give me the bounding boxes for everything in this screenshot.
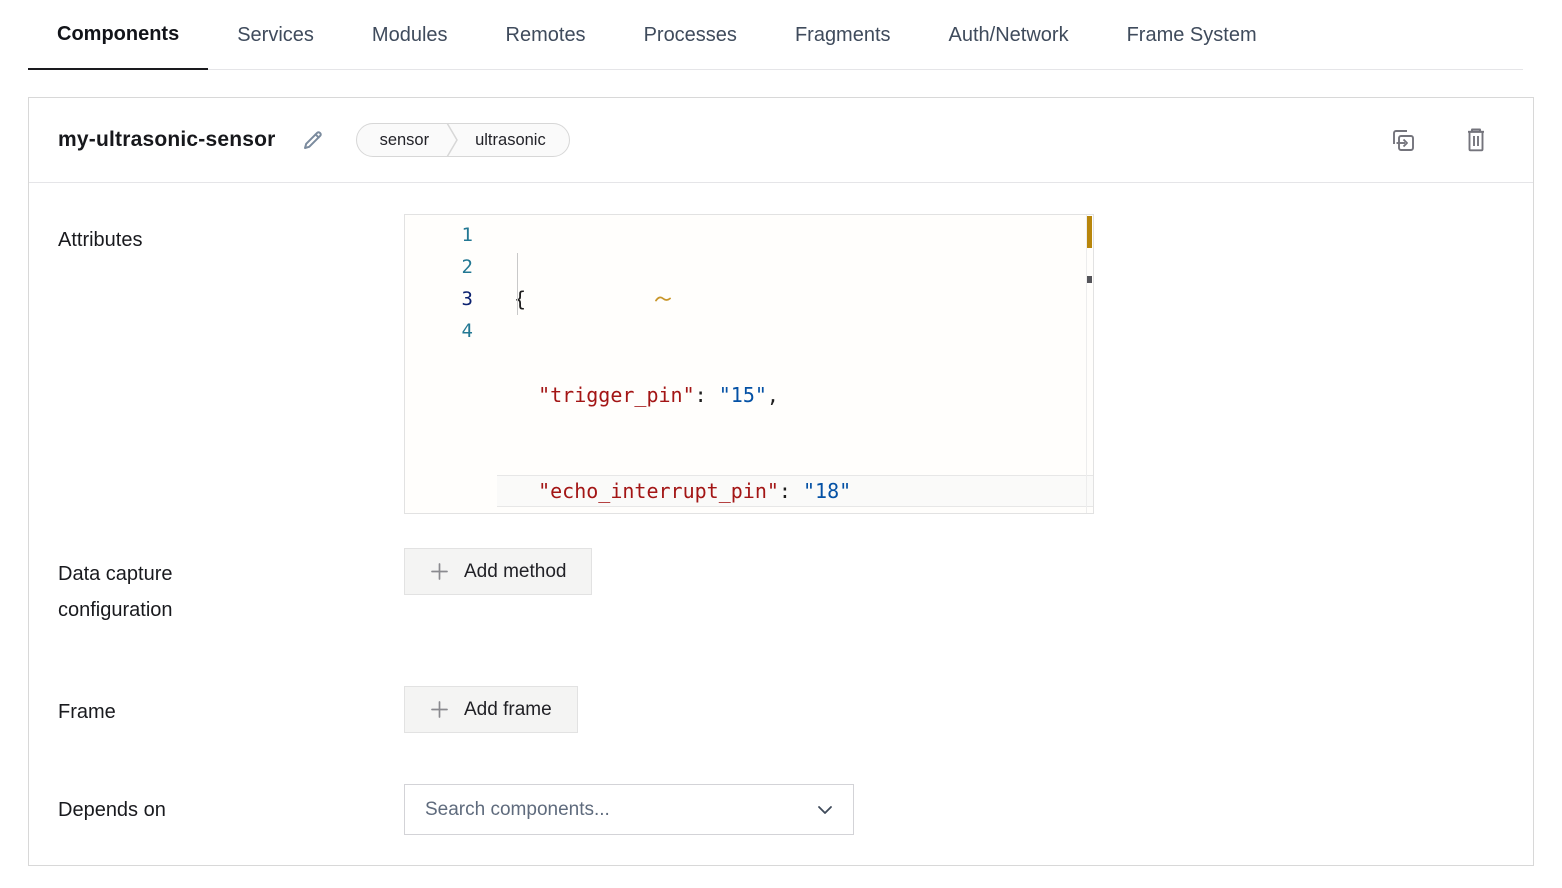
editor-line-numbers: 1 2 3 4	[405, 219, 497, 513]
depends-on-row: Depends on	[58, 784, 1488, 835]
component-type-pill: sensor ultrasonic	[356, 123, 570, 157]
json-key: "echo_interrupt_pin"	[538, 479, 779, 503]
card-actions	[1390, 127, 1488, 154]
tab-frame-system[interactable]: Frame System	[1098, 0, 1286, 70]
data-capture-row: Data capture configuration Add method	[58, 548, 1488, 628]
frame-label: Frame	[58, 686, 404, 730]
edit-name-button[interactable]	[301, 128, 325, 152]
json-value: "15"	[719, 383, 767, 407]
trash-icon	[1464, 127, 1488, 153]
plus-icon	[430, 700, 449, 719]
search-components-input[interactable]	[425, 799, 817, 821]
tab-auth-network[interactable]: Auth/Network	[920, 0, 1098, 70]
json-key: "trigger_pin"	[538, 383, 695, 407]
warning-squiggle	[510, 247, 671, 343]
editor-overview-ruler	[1086, 215, 1093, 513]
line-number: 4	[405, 315, 497, 347]
component-card-body: Attributes 1 2 3 4 { "trigger_pin": "15"…	[29, 183, 1533, 865]
line-number: 1	[405, 219, 497, 251]
editor-code-area[interactable]: { "trigger_pin": "15", "echo_interrupt_p…	[497, 219, 1093, 513]
code-line-3-active: "echo_interrupt_pin": "18"	[497, 475, 1093, 507]
component-card-header: my-ultrasonic-sensor sensor ultrasonic	[29, 98, 1533, 183]
depends-on-label: Depends on	[58, 784, 404, 828]
duplicate-button[interactable]	[1390, 127, 1417, 154]
code-line-2: "trigger_pin": "15",	[497, 379, 1093, 411]
component-type: sensor	[357, 131, 447, 150]
component-model: ultrasonic	[458, 131, 569, 150]
attributes-row: Attributes 1 2 3 4 { "trigger_pin": "15"…	[58, 214, 1488, 514]
chevron-down-icon	[817, 805, 833, 815]
chevron-right-divider	[446, 123, 458, 157]
tab-modules[interactable]: Modules	[343, 0, 477, 70]
line-number-active: 3	[405, 283, 497, 315]
attributes-json-editor[interactable]: 1 2 3 4 { "trigger_pin": "15", "echo_int…	[404, 214, 1094, 514]
line-number: 2	[405, 251, 497, 283]
tab-services[interactable]: Services	[208, 0, 343, 70]
component-card: my-ultrasonic-sensor sensor ultrasonic	[28, 97, 1534, 866]
add-frame-label: Add frame	[464, 699, 552, 721]
tab-processes[interactable]: Processes	[615, 0, 766, 70]
depends-on-select[interactable]	[404, 784, 854, 835]
add-method-button[interactable]: Add method	[404, 548, 592, 595]
delete-button[interactable]	[1464, 127, 1488, 153]
tab-fragments[interactable]: Fragments	[766, 0, 920, 70]
pencil-icon	[301, 128, 325, 152]
config-tab-bar: Components Services Modules Remotes Proc…	[28, 0, 1523, 70]
add-frame-button[interactable]: Add frame	[404, 686, 578, 733]
frame-row: Frame Add frame	[58, 686, 1488, 733]
tab-remotes[interactable]: Remotes	[477, 0, 615, 70]
add-method-label: Add method	[464, 561, 566, 583]
indent-guide	[517, 253, 518, 315]
json-value: "18"	[803, 479, 851, 503]
plus-icon	[430, 562, 449, 581]
attributes-label: Attributes	[58, 214, 404, 258]
overview-warning-marker	[1087, 216, 1092, 248]
tab-components[interactable]: Components	[28, 0, 208, 70]
overview-cursor-marker	[1087, 276, 1092, 283]
data-capture-label: Data capture configuration	[58, 548, 404, 628]
component-name: my-ultrasonic-sensor	[58, 128, 276, 152]
duplicate-icon	[1390, 127, 1417, 154]
